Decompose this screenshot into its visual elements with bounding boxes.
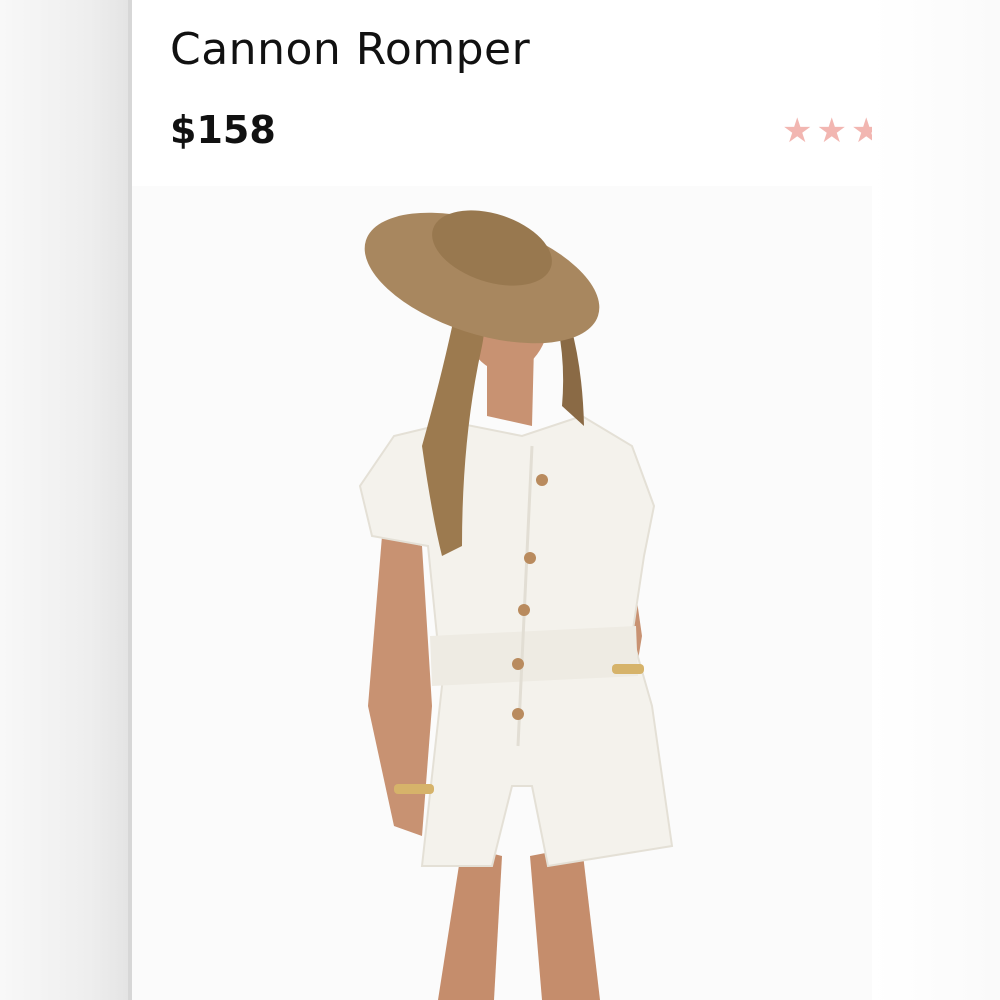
- left-gutter: [0, 0, 128, 1000]
- product-price: $158: [170, 108, 276, 152]
- model-photo-icon: [132, 186, 872, 1000]
- right-gutter: [872, 0, 1000, 1000]
- star-rating[interactable]: ★ ★ ★: [782, 108, 872, 154]
- product-card[interactable]: Cannon Romper $158 ★ ★ ★: [132, 0, 872, 1000]
- product-title[interactable]: Cannon Romper: [170, 24, 530, 75]
- star-icon: ★: [816, 111, 847, 151]
- star-icon: ★: [850, 111, 872, 151]
- product-photo[interactable]: [132, 186, 872, 1000]
- product-header: Cannon Romper $158 ★ ★ ★: [132, 0, 872, 186]
- star-icon: ★: [782, 111, 813, 151]
